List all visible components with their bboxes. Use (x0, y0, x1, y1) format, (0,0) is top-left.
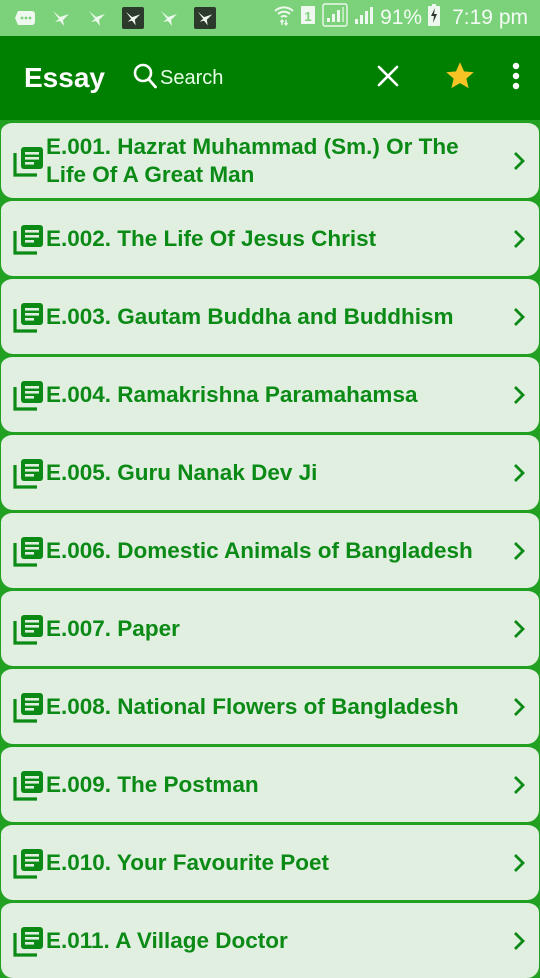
chevron-right-icon (511, 151, 527, 171)
library-books-icon (12, 222, 46, 256)
chevron-right-icon (511, 775, 527, 795)
more-vert-icon (512, 62, 520, 95)
clock: 7:19 pm (452, 6, 528, 29)
battery-charging-icon (428, 4, 441, 32)
list-item-label: E.007. Paper (46, 615, 180, 641)
chevron-right-icon (511, 307, 527, 327)
library-books-icon (12, 690, 46, 724)
bird-app-dark-icon (194, 7, 216, 29)
list-item-label: E.008. National Flowers of Bangladesh (46, 693, 459, 719)
list-item-label: E.001. Hazrat Muhammad (Sm.) Or The Life… (46, 133, 459, 187)
bird-app-icon (158, 7, 180, 29)
list-item[interactable]: E.010. Your Favourite Poet (1, 822, 539, 900)
library-books-icon (12, 534, 46, 568)
list-item[interactable]: E.011. A Village Doctor (1, 900, 539, 978)
messages-icon (14, 7, 36, 29)
page-title: Essay (24, 62, 105, 93)
battery-percent: 91% (380, 6, 423, 29)
chevron-right-icon (511, 229, 527, 249)
sim-icon: 1 (300, 5, 316, 31)
library-books-icon (12, 456, 46, 490)
list-item-label: E.002. The Life Of Jesus Christ (46, 225, 377, 251)
list-item-label: E.011. A Village Doctor (46, 927, 288, 953)
library-books-icon (12, 378, 46, 412)
list-item[interactable]: E.009. The Postman (1, 744, 539, 822)
wifi-icon (274, 4, 294, 32)
list-item-label: E.009. The Postman (46, 771, 259, 797)
library-books-icon (12, 846, 46, 880)
search-input[interactable]: Search (132, 62, 364, 95)
list-item[interactable]: E.005. Guru Nanak Dev Ji (1, 432, 539, 510)
list-item[interactable]: E.001. Hazrat Muhammad (Sm.) Or The Life… (1, 120, 539, 198)
svg-text:1: 1 (304, 9, 311, 24)
library-books-icon (12, 612, 46, 646)
chevron-right-icon (511, 931, 527, 951)
app-bar: Essay Search (0, 36, 540, 120)
bird-app-icon (86, 7, 108, 29)
list-item[interactable]: E.008. National Flowers of Bangladesh (1, 666, 539, 744)
notification-icons (14, 7, 274, 29)
list-item-label: E.003. Gautam Buddha and Buddhism (46, 303, 454, 329)
library-books-icon (12, 300, 46, 334)
status-bar: 1 91% 7:19 pm (0, 0, 540, 36)
chevron-right-icon (511, 697, 527, 717)
list-item[interactable]: E.003. Gautam Buddha and Buddhism (1, 276, 539, 354)
list-item-label: E.004. Ramakrishna Paramahamsa (46, 381, 418, 407)
chevron-right-icon (511, 853, 527, 873)
list-item[interactable]: E.006. Domestic Animals of Bangladesh (1, 510, 539, 588)
more-options-button[interactable] (500, 54, 532, 102)
list-item-label: E.005. Guru Nanak Dev Ji (46, 459, 318, 485)
bird-app-icon (50, 7, 72, 29)
bird-app-dark-icon (122, 7, 144, 29)
chevron-right-icon (511, 541, 527, 561)
list-item-label: E.010. Your Favourite Poet (46, 849, 330, 875)
list-item-label: E.006. Domestic Animals of Bangladesh (46, 537, 473, 563)
search-icon (132, 62, 158, 95)
essay-list: E.001. Hazrat Muhammad (Sm.) Or The Life… (0, 120, 540, 978)
signal-strength-2-icon (354, 4, 374, 32)
library-books-icon (12, 924, 46, 958)
chevron-right-icon (511, 463, 527, 483)
star-icon (444, 61, 476, 96)
list-item[interactable]: E.007. Paper (1, 588, 539, 666)
search-placeholder: Search (160, 66, 224, 89)
close-icon (376, 64, 400, 93)
favorites-button[interactable] (436, 54, 484, 102)
list-item[interactable]: E.004. Ramakrishna Paramahamsa (1, 354, 539, 432)
clear-search-button[interactable] (364, 54, 412, 102)
signal-strength-icon (322, 3, 348, 33)
library-books-icon (12, 144, 46, 178)
chevron-right-icon (511, 385, 527, 405)
chevron-right-icon (511, 619, 527, 639)
library-books-icon (12, 768, 46, 802)
list-item[interactable]: E.002. The Life Of Jesus Christ (1, 198, 539, 276)
